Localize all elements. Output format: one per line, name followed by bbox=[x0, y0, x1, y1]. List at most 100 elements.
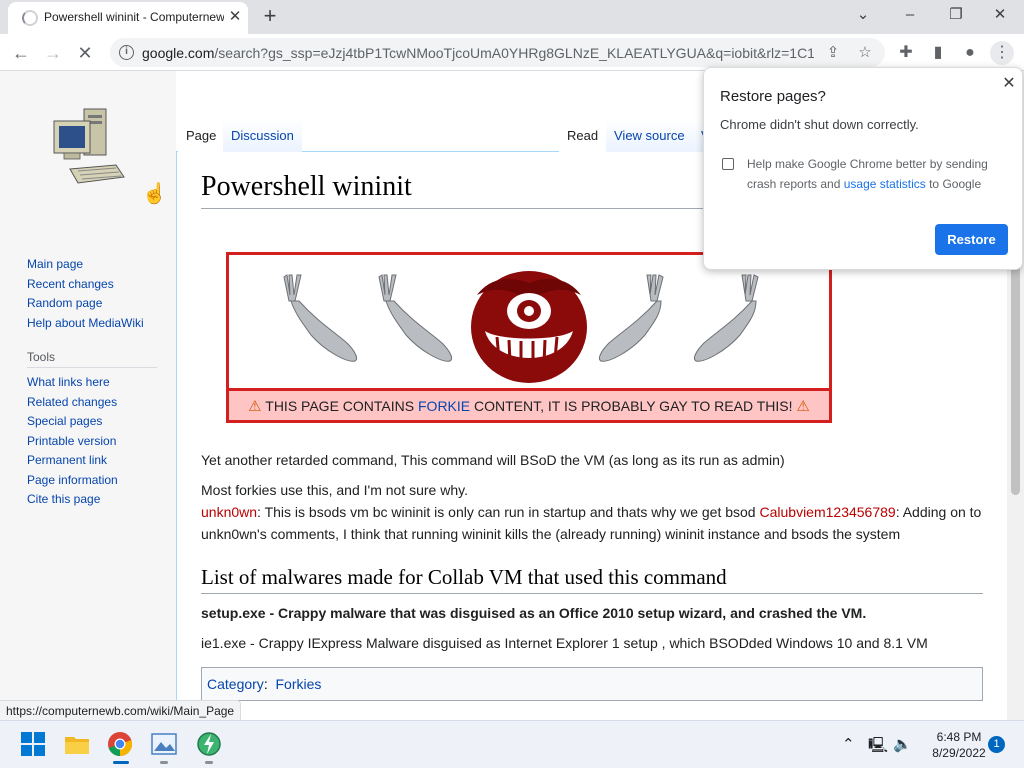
app-running-indicator bbox=[205, 761, 213, 764]
restore-pages-dialog: Restore pages? ✕ Chrome didn't shut down… bbox=[703, 67, 1023, 270]
restore-button[interactable]: Restore bbox=[935, 224, 1008, 255]
category-forkies-link[interactable]: Forkies bbox=[275, 676, 321, 692]
file-explorer-icon[interactable] bbox=[64, 731, 90, 757]
banner-prefix: THIS PAGE CONTAINS bbox=[265, 398, 418, 414]
user-link-calubviem[interactable]: Calubviem123456789 bbox=[759, 504, 895, 520]
address-bar[interactable]: i google.com/search?gs_ssp=eJzj4tbP1TcwN… bbox=[110, 38, 885, 67]
chrome-taskbar-icon[interactable] bbox=[107, 731, 133, 757]
system-clock[interactable]: 6:48 PM 8/29/2022 bbox=[920, 729, 998, 761]
category-label[interactable]: Category bbox=[207, 676, 264, 692]
clock-time: 6:48 PM bbox=[936, 730, 982, 744]
user-link-unkn0wn[interactable]: unkn0wn bbox=[201, 504, 257, 520]
dialog-title: Restore pages? bbox=[720, 88, 826, 105]
hand-cursor-icon: ☝ bbox=[142, 183, 167, 205]
forkie-link[interactable]: FORKIE bbox=[418, 398, 470, 414]
app-green-icon[interactable] bbox=[196, 731, 222, 757]
photos-app-icon[interactable] bbox=[151, 731, 177, 757]
notification-badge[interactable]: 1 bbox=[988, 736, 1005, 753]
warning-triangle-icon: ⚠ bbox=[796, 398, 810, 415]
url-host: google.com bbox=[142, 45, 215, 61]
comment-text: : This is bsods vm bc wininit is only ca… bbox=[257, 504, 760, 520]
sidebar-link-printable-version[interactable]: Printable version bbox=[27, 432, 157, 452]
forkie-warning-text: ⚠ THIS PAGE CONTAINS FORKIE CONTENT, IT … bbox=[229, 388, 829, 420]
sidebar-link-permanent-link[interactable]: Permanent link bbox=[27, 451, 157, 471]
forkie-face-icon bbox=[471, 271, 587, 383]
windows-taskbar: ⌃ 🖳 🔈 6:48 PM 8/29/2022 1 bbox=[0, 720, 1024, 768]
crash-report-checkbox[interactable] bbox=[722, 158, 734, 170]
fork-icon bbox=[283, 274, 358, 362]
sidebar-link-cite-this-page[interactable]: Cite this page bbox=[27, 490, 157, 510]
back-button[interactable]: ← bbox=[8, 40, 34, 66]
side-panel-icon[interactable]: ▮ bbox=[926, 41, 950, 65]
sidebar-link-recent-changes[interactable]: Recent changes bbox=[27, 275, 157, 295]
stop-button[interactable]: ✕ bbox=[72, 40, 98, 66]
fork-icon bbox=[693, 274, 759, 362]
dialog-message: Chrome didn't shut down correctly. bbox=[720, 117, 919, 132]
article-paragraph: Most forkies use this, and I'm not sure … bbox=[201, 482, 468, 498]
minimize-button[interactable]: – bbox=[896, 4, 924, 28]
comment-text: : Adding on to bbox=[895, 504, 982, 520]
bookmark-star-icon[interactable]: ☆ bbox=[855, 43, 875, 63]
chrome-menu-icon[interactable]: ⋮ bbox=[990, 41, 1014, 65]
computer-logo-icon[interactable] bbox=[50, 107, 130, 193]
comment-line: unkn0wn's comments, I think that running… bbox=[201, 526, 901, 542]
tab-page[interactable]: Page bbox=[178, 119, 225, 152]
network-icon[interactable]: 🖳 bbox=[868, 735, 888, 760]
forkie-banner-image bbox=[283, 271, 759, 383]
sidebar-link-what-links-here[interactable]: What links here bbox=[27, 373, 157, 393]
clock-date: 8/29/2022 bbox=[932, 746, 986, 760]
crash-report-tail: to Google bbox=[925, 177, 982, 191]
forkie-warning-banner: ⚠ THIS PAGE CONTAINS FORKIE CONTENT, IT … bbox=[226, 252, 832, 423]
profile-avatar-icon[interactable]: ● bbox=[958, 41, 982, 65]
url-text[interactable]: google.com/search?gs_ssp=eJzj4tbP1TcwNMo… bbox=[142, 45, 814, 61]
tools-portal: Tools What links here Related changes Sp… bbox=[27, 348, 157, 510]
volume-icon[interactable]: 🔈 bbox=[893, 735, 912, 753]
banner-suffix: CONTENT, IT IS PROBABLY GAY TO READ THIS… bbox=[470, 398, 793, 414]
malware-item: ie1.exe - Crappy IExpress Malware disgui… bbox=[201, 635, 928, 651]
dialog-close-icon[interactable]: ✕ bbox=[999, 74, 1019, 94]
loading-spinner-icon bbox=[22, 10, 38, 26]
sidebar-link-main-page[interactable]: Main page bbox=[27, 255, 157, 275]
crash-report-label: Help make Google Chrome better by sendin… bbox=[747, 154, 1007, 194]
malware-item: setup.exe - Crappy malware that was disg… bbox=[201, 605, 867, 621]
comment-line: unkn0wn: This is bsods vm bc wininit is … bbox=[201, 504, 981, 520]
screen: Powershell wininit - Computernewb ✕ + ⌄ … bbox=[0, 0, 1024, 768]
usage-statistics-link[interactable]: usage statistics bbox=[844, 177, 926, 191]
tab-discussion[interactable]: Discussion bbox=[223, 119, 302, 152]
new-tab-button[interactable]: + bbox=[258, 5, 282, 29]
browser-tab[interactable]: Powershell wininit - Computernewb ✕ bbox=[8, 2, 248, 34]
sidebar-link-related-changes[interactable]: Related changes bbox=[27, 393, 157, 413]
warning-triangle-icon: ⚠ bbox=[248, 398, 262, 415]
extensions-icon[interactable]: ✚ bbox=[894, 41, 918, 65]
category-links: Category: Forkies bbox=[201, 667, 983, 701]
fork-icon bbox=[598, 274, 664, 362]
forward-button[interactable]: → bbox=[40, 40, 66, 66]
chrome-running-indicator bbox=[113, 761, 129, 764]
sidebar-link-help[interactable]: Help about MediaWiki bbox=[27, 314, 157, 334]
close-window-button[interactable]: ✕ bbox=[986, 4, 1014, 28]
tab-title: Powershell wininit - Computernewb bbox=[44, 10, 224, 24]
tab-strip: Powershell wininit - Computernewb ✕ + ⌄ … bbox=[0, 0, 1024, 34]
maximize-button[interactable]: ❐ bbox=[942, 4, 970, 28]
tab-close-icon[interactable]: ✕ bbox=[226, 8, 244, 26]
tab-search-button[interactable]: ⌄ bbox=[849, 4, 877, 28]
sidebar-link-random-page[interactable]: Random page bbox=[27, 294, 157, 314]
tab-view-source[interactable]: View source bbox=[606, 119, 693, 152]
browser-toolbar: ← → ✕ i google.com/search?gs_ssp=eJzj4tb… bbox=[0, 34, 1024, 71]
sidebar-link-page-information[interactable]: Page information bbox=[27, 471, 157, 491]
share-icon[interactable]: ⇪ bbox=[823, 43, 843, 63]
section-divider bbox=[201, 593, 983, 594]
fork-icon bbox=[378, 274, 453, 362]
photos-running-indicator bbox=[160, 761, 168, 764]
tools-heading: Tools bbox=[27, 348, 157, 368]
wiki-sidebar: Main page Recent changes Random page Hel… bbox=[0, 71, 176, 721]
section-heading: List of malwares made for Collab VM that… bbox=[201, 565, 727, 589]
navigation-portal: Main page Recent changes Random page Hel… bbox=[27, 255, 157, 333]
show-hidden-icons-icon[interactable]: ⌃ bbox=[842, 735, 855, 753]
tab-read[interactable]: Read bbox=[559, 119, 607, 152]
site-info-icon[interactable]: i bbox=[119, 45, 134, 60]
sidebar-link-special-pages[interactable]: Special pages bbox=[27, 412, 157, 432]
link-status-bubble: https://computernewb.com/wiki/Main_Page bbox=[0, 700, 242, 721]
page-title: Powershell wininit bbox=[201, 171, 412, 202]
windows-start-icon[interactable] bbox=[20, 731, 46, 757]
